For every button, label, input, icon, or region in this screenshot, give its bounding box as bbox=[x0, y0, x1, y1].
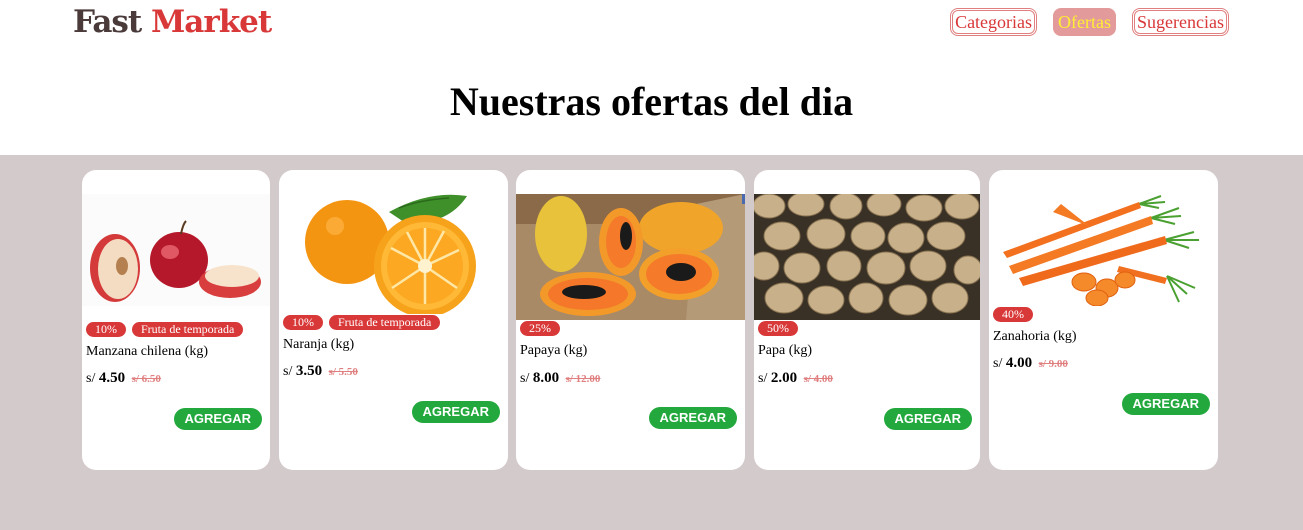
add-button[interactable]: AGREGAR bbox=[1121, 393, 1210, 415]
product-name: Naranja (kg) bbox=[283, 337, 355, 352]
product-price: s/ 3.50 s/ 5.50 bbox=[283, 363, 358, 380]
product-card-zanahoria: 40% Zanahoria (kg) s/ 4.00 s/ 9.00 AGREG… bbox=[989, 170, 1218, 470]
old-price: s/ 12.00 bbox=[565, 373, 601, 385]
current-price: 4.50 bbox=[98, 370, 126, 386]
product-price: s/ 4.00 s/ 9.00 bbox=[993, 355, 1068, 372]
header: Fast Market Categorias Ofertas Sugerenci… bbox=[0, 0, 1303, 155]
product-name: Papa (kg) bbox=[758, 343, 813, 358]
product-price: s/ 8.00 s/ 12.00 bbox=[520, 370, 600, 387]
add-button[interactable]: AGREGAR bbox=[883, 408, 972, 430]
current-price: 3.50 bbox=[295, 363, 323, 379]
product-card-papaya: 25% Papaya (kg) s/ 8.00 s/ 12.00 AGREGAR bbox=[516, 170, 745, 470]
product-name: Manzana chilena (kg) bbox=[86, 344, 209, 359]
nav-sugerencias[interactable]: Sugerencias bbox=[1132, 8, 1229, 36]
badges: 10% Fruta de temporada bbox=[283, 315, 441, 330]
product-name: Zanahoria (kg) bbox=[993, 329, 1077, 344]
add-button[interactable]: AGREGAR bbox=[411, 401, 500, 423]
discount-badge: 25% bbox=[520, 321, 560, 336]
old-price: s/ 5.50 bbox=[328, 366, 358, 378]
logo-part-1: Fast bbox=[73, 4, 142, 40]
product-price: s/ 4.50 s/ 6.50 bbox=[86, 370, 161, 387]
add-button[interactable]: AGREGAR bbox=[173, 408, 262, 430]
carrot-image bbox=[989, 194, 1218, 306]
page-title: Nuestras ofertas del dia bbox=[449, 79, 854, 124]
papaya-image bbox=[516, 194, 745, 320]
badges: 40% bbox=[993, 307, 1033, 322]
product-card-papa: 50% Papa (kg) s/ 2.00 s/ 4.00 AGREGAR bbox=[754, 170, 980, 470]
current-price: 2.00 bbox=[770, 370, 798, 386]
nav-categorias[interactable]: Categorias bbox=[950, 8, 1038, 36]
nav-ofertas[interactable]: Ofertas bbox=[1053, 8, 1117, 36]
badges: 10% Fruta de temporada bbox=[86, 322, 244, 337]
logo[interactable]: Fast Market bbox=[73, 4, 272, 40]
orange-image bbox=[279, 194, 508, 314]
main-nav: Categorias Ofertas Sugerencias bbox=[950, 8, 1229, 36]
badges: 50% bbox=[758, 321, 798, 336]
potato-image bbox=[754, 194, 980, 320]
discount-badge: 10% bbox=[86, 322, 126, 337]
product-price: s/ 2.00 s/ 4.00 bbox=[758, 370, 833, 387]
current-price: 4.00 bbox=[1005, 355, 1033, 371]
old-price: s/ 4.00 bbox=[803, 373, 833, 385]
discount-badge: 10% bbox=[283, 315, 323, 330]
add-button[interactable]: AGREGAR bbox=[648, 407, 737, 429]
old-price: s/ 6.50 bbox=[131, 373, 161, 385]
discount-badge: 50% bbox=[758, 321, 798, 336]
current-price: 8.00 bbox=[532, 370, 560, 386]
currency: s/ bbox=[520, 371, 530, 386]
currency: s/ bbox=[993, 356, 1003, 371]
product-card-manzana: 10% Fruta de temporada Manzana chilena (… bbox=[82, 170, 270, 470]
badges: 25% bbox=[520, 321, 560, 336]
currency: s/ bbox=[758, 371, 768, 386]
currency: s/ bbox=[283, 364, 293, 379]
product-name: Papaya (kg) bbox=[520, 343, 588, 358]
discount-badge: 40% bbox=[993, 307, 1033, 322]
currency: s/ bbox=[86, 371, 96, 386]
season-badge: Fruta de temporada bbox=[329, 315, 441, 330]
old-price: s/ 9.00 bbox=[1038, 358, 1068, 370]
logo-part-2: Market bbox=[150, 4, 272, 40]
apple-image bbox=[82, 194, 270, 306]
season-badge: Fruta de temporada bbox=[132, 322, 244, 337]
product-card-naranja: 10% Fruta de temporada Naranja (kg) s/ 3… bbox=[279, 170, 508, 470]
